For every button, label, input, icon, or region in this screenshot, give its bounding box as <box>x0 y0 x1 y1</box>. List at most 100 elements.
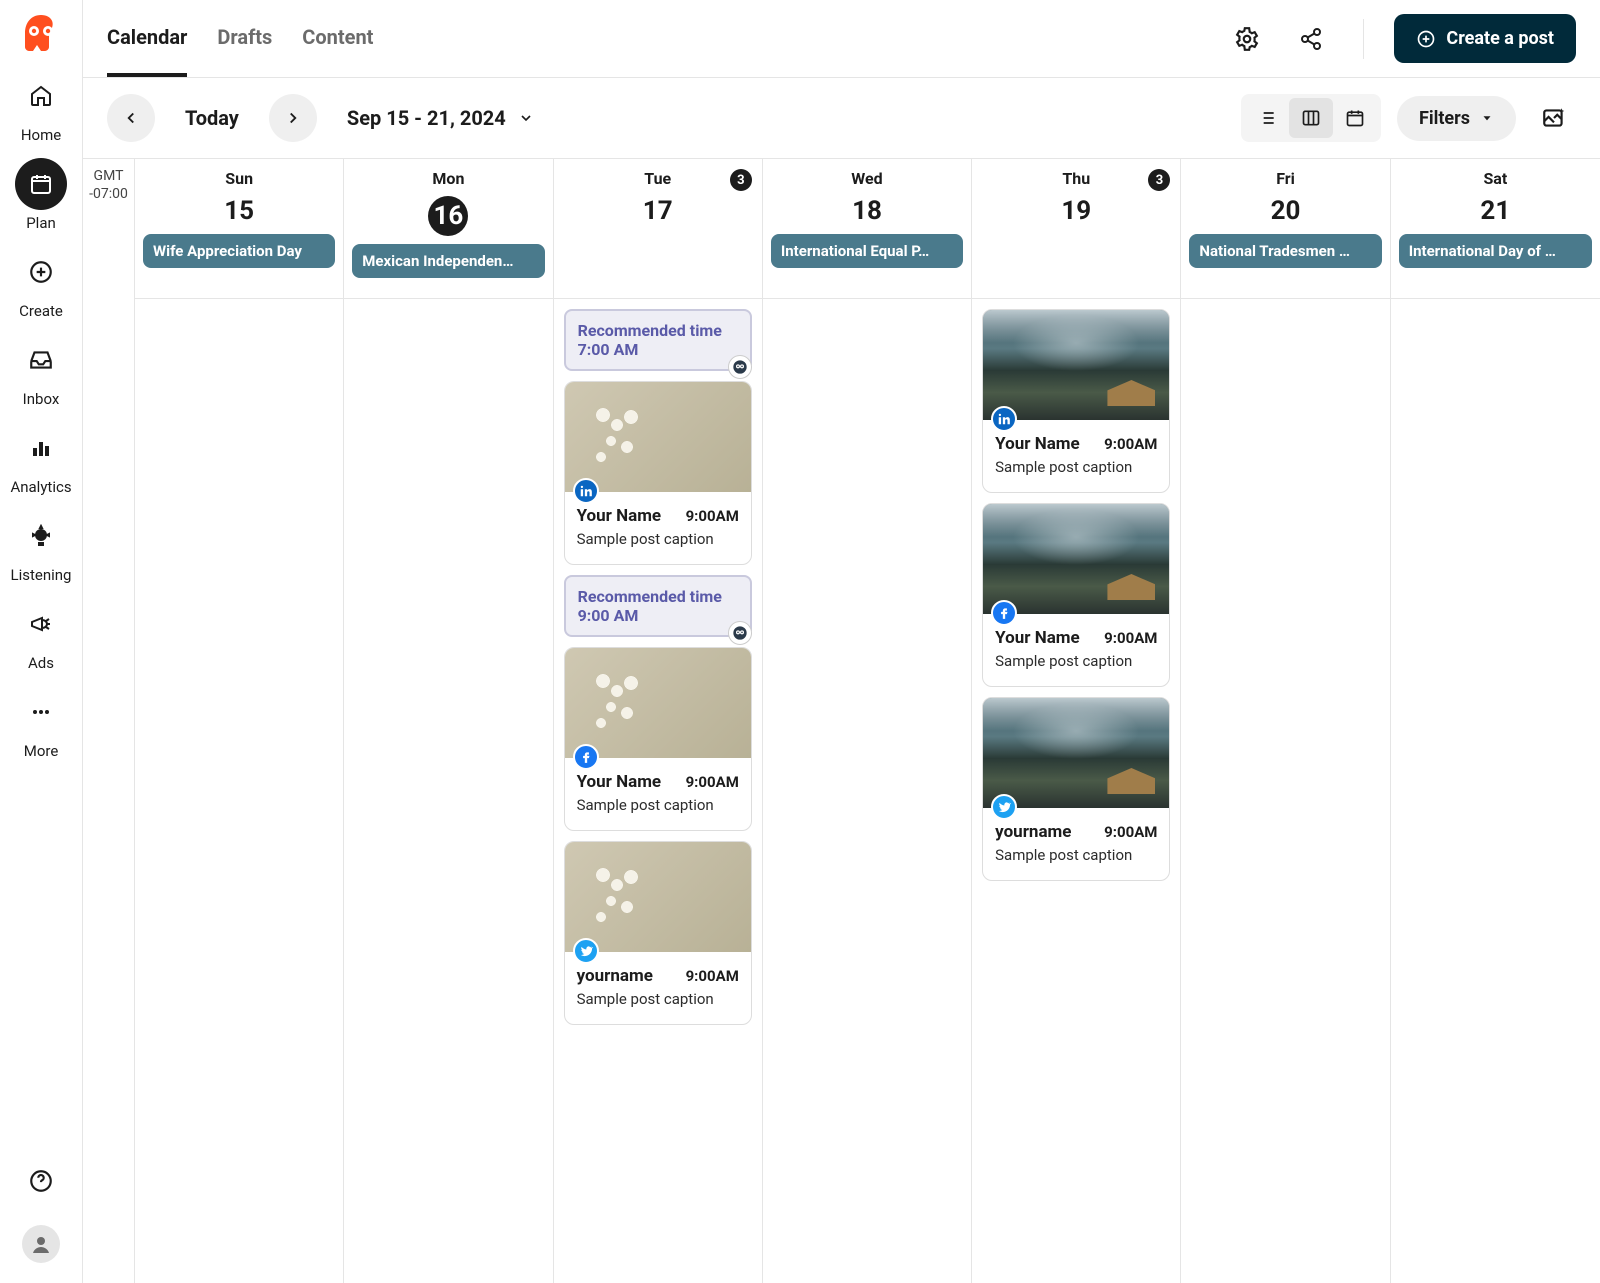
day-body[interactable] <box>1181 299 1389 1283</box>
calendar-grid: GMT -07:00 Sun 15Wife Appreciation DayMo… <box>83 158 1600 1283</box>
day-header[interactable]: Sat 21International Day of … <box>1391 159 1600 299</box>
day-header[interactable]: Mon 16Mexican Independen… <box>344 159 552 299</box>
chevron-left-icon <box>122 109 140 127</box>
post-card[interactable]: Your Name 9:00AM Sample post caption <box>564 381 752 565</box>
sidebar-item-plan[interactable]: Plan <box>0 158 82 232</box>
divider <box>1363 19 1364 59</box>
create-post-label: Create a post <box>1446 28 1554 49</box>
holiday-pill[interactable]: National Tradesmen … <box>1189 234 1381 268</box>
post-count-badge: 3 <box>1148 169 1170 191</box>
post-caption: Sample post caption <box>577 530 739 548</box>
topbar: Calendar Drafts Content Create a post <box>83 0 1600 78</box>
recommended-title: Recommended time <box>578 587 738 606</box>
recommended-time-slot[interactable]: Recommended time 9:00 AM <box>564 575 752 637</box>
post-thumbnail <box>565 842 751 952</box>
sidebar-item-label: Analytics <box>10 478 71 496</box>
day-name: Fri <box>1276 169 1295 188</box>
owly-badge-icon <box>728 621 752 645</box>
prev-week-button[interactable] <box>107 94 155 142</box>
sidebar-item-label: Create <box>19 302 63 320</box>
post-time: 9:00AM <box>686 967 739 985</box>
sidebar-item-inbox[interactable]: Inbox <box>0 334 82 408</box>
day-header[interactable]: Fri 20National Tradesmen … <box>1181 159 1389 299</box>
user-avatar[interactable] <box>22 1225 60 1263</box>
linkedin-badge-icon <box>573 478 599 504</box>
calendar-icon <box>15 158 67 210</box>
share-button[interactable] <box>1289 17 1333 61</box>
day-body[interactable] <box>344 299 552 1283</box>
tab-drafts[interactable]: Drafts <box>217 0 272 77</box>
post-author: Your Name <box>995 628 1080 648</box>
holiday-pill[interactable]: International Equal P… <box>771 234 963 268</box>
tab-content[interactable]: Content <box>302 0 373 77</box>
day-name: Sat <box>1483 169 1507 188</box>
view-week-button[interactable] <box>1289 98 1333 138</box>
view-month-button[interactable] <box>1333 98 1377 138</box>
next-week-button[interactable] <box>269 94 317 142</box>
image-sparkle-icon <box>1541 105 1567 131</box>
day-body[interactable] <box>763 299 971 1283</box>
post-thumbnail <box>565 648 751 758</box>
post-card[interactable]: Your Name 9:00AM Sample post caption <box>982 503 1170 687</box>
post-card[interactable]: Your Name 9:00AM Sample post caption <box>982 309 1170 493</box>
sidebar-item-create[interactable]: Create <box>0 246 82 320</box>
holiday-pill[interactable]: International Day of … <box>1399 234 1592 268</box>
day-body[interactable]: Your Name 9:00AM Sample post caption You… <box>972 299 1180 1283</box>
linkedin-badge-icon <box>991 406 1017 432</box>
megaphone-icon <box>15 598 67 650</box>
post-card[interactable]: Your Name 9:00AM Sample post caption <box>564 647 752 831</box>
toolbar: Today Sep 15 - 21, 2024 Filt <box>83 78 1600 158</box>
sidebar-item-home[interactable]: Home <box>0 70 82 144</box>
day-header[interactable]: Wed 18International Equal P… <box>763 159 971 299</box>
view-list-button[interactable] <box>1245 98 1289 138</box>
sidebar-item-more[interactable]: More <box>0 686 82 760</box>
recommended-title: Recommended time <box>578 321 738 340</box>
recommended-time-slot[interactable]: Recommended time 7:00 AM <box>564 309 752 371</box>
day-body[interactable] <box>1391 299 1600 1283</box>
chevron-down-icon <box>518 110 534 126</box>
sidebar-item-label: Home <box>21 126 61 144</box>
sidebar-item-listening[interactable]: Listening <box>0 510 82 584</box>
day-number: 19 <box>1061 196 1091 226</box>
bar-chart-icon <box>15 422 67 474</box>
holiday-pill[interactable]: Mexican Independen… <box>352 244 544 278</box>
timezone-column: GMT -07:00 <box>83 159 135 1283</box>
caret-down-icon <box>1480 111 1494 125</box>
sidebar-item-ads[interactable]: Ads <box>0 598 82 672</box>
day-column: Mon 16Mexican Independen… <box>344 159 553 1283</box>
owly-badge-icon <box>728 355 752 379</box>
day-header[interactable]: Thu 193 <box>972 159 1180 299</box>
sidebar-item-label: More <box>24 742 59 760</box>
day-column: Sun 15Wife Appreciation Day <box>135 159 344 1283</box>
sidebar-item-analytics[interactable]: Analytics <box>0 422 82 496</box>
settings-button[interactable] <box>1225 17 1269 61</box>
day-name: Sun <box>225 169 253 188</box>
day-number: 17 <box>643 196 673 226</box>
post-time: 9:00AM <box>686 507 739 525</box>
day-body[interactable]: Recommended time 7:00 AM Your Name 9:00A… <box>554 299 762 1283</box>
date-range-label: Sep 15 - 21, 2024 <box>347 106 506 130</box>
day-header[interactable]: Tue 173 <box>554 159 762 299</box>
day-header[interactable]: Sun 15Wife Appreciation Day <box>135 159 343 299</box>
image-ai-button[interactable] <box>1532 96 1576 140</box>
holiday-pill[interactable]: Wife Appreciation Day <box>143 234 335 268</box>
day-name: Wed <box>851 169 882 188</box>
day-body[interactable] <box>135 299 343 1283</box>
help-button[interactable] <box>19 1159 63 1203</box>
create-post-button[interactable]: Create a post <box>1394 14 1576 63</box>
post-card[interactable]: yourname 9:00AM Sample post caption <box>982 697 1170 881</box>
post-card[interactable]: yourname 9:00AM Sample post caption <box>564 841 752 1025</box>
day-column: Sat 21International Day of … <box>1391 159 1600 1283</box>
filters-button[interactable]: Filters <box>1397 96 1516 141</box>
twitter-badge-icon <box>573 938 599 964</box>
bulb-icon <box>15 510 67 562</box>
tab-calendar[interactable]: Calendar <box>107 0 187 77</box>
day-column: Wed 18International Equal P… <box>763 159 972 1283</box>
post-thumbnail <box>983 504 1169 614</box>
today-button[interactable]: Today <box>185 106 239 130</box>
inbox-icon <box>15 334 67 386</box>
post-caption: Sample post caption <box>995 652 1157 670</box>
sidebar-item-label: Inbox <box>23 390 60 408</box>
filters-label: Filters <box>1419 108 1470 129</box>
date-range-picker[interactable]: Sep 15 - 21, 2024 <box>347 106 534 130</box>
